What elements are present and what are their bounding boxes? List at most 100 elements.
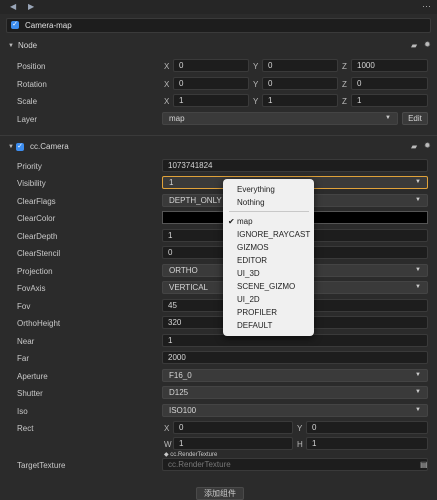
gear-icon[interactable]: ✹	[424, 40, 431, 49]
shutter-select[interactable]: D125 ▼	[162, 386, 428, 399]
fovaxis-value: VERTICAL	[169, 283, 208, 292]
clearflags-value: DEPTH_ONLY	[169, 196, 222, 205]
collapse-caret-icon[interactable]: ▼	[8, 144, 16, 150]
collapse-caret-icon[interactable]: ▼	[8, 43, 16, 49]
chevron-down-icon: ▼	[415, 372, 421, 378]
chevron-down-icon: ▼	[415, 179, 421, 185]
scale-y-input[interactable]: 1	[262, 94, 338, 107]
position-y-input[interactable]: 0	[262, 59, 338, 72]
rect-h-input[interactable]: 1	[306, 437, 428, 450]
chevron-down-icon: ▼	[415, 284, 421, 290]
asset-type-tag: ◆ cc.RenderTexture	[164, 452, 218, 458]
visibility-dropdown-menu: Everything Nothing ✔ map IGNORE_RAYCAST …	[223, 179, 314, 336]
section-title: cc.Camera	[30, 142, 69, 151]
orthoheight-label: OrthoHeight	[17, 319, 61, 328]
near-label: Near	[17, 337, 35, 346]
visibility-value: 1	[169, 178, 174, 187]
iso-value: ISO100	[169, 406, 197, 415]
far-input[interactable]: 2000	[162, 351, 428, 364]
targettexture-asset-field[interactable]: cc.RenderTexture	[162, 458, 428, 471]
targettexture-label: TargetTexture	[17, 461, 66, 470]
layer-label: Layer	[17, 115, 38, 124]
rect-y-input[interactable]: 0	[306, 421, 428, 434]
rect-x-input[interactable]: 0	[173, 421, 293, 434]
back-arrow-icon[interactable]: ◀	[10, 2, 16, 11]
projection-value: ORTHO	[169, 266, 198, 275]
clearcolor-label: ClearColor	[17, 214, 56, 223]
dropdown-item-editor[interactable]: EDITOR	[237, 256, 267, 265]
dropdown-item-nothing[interactable]: Nothing	[237, 198, 265, 207]
axis-z-label: Z	[342, 97, 347, 106]
axis-x-label: X	[164, 97, 170, 106]
camera-enabled-checkbox[interactable]: ✓	[16, 142, 24, 151]
rect-label: Rect	[17, 424, 34, 433]
rotation-label: Rotation	[17, 80, 47, 89]
clearstencil-label: ClearStencil	[17, 249, 61, 258]
clearflags-label: ClearFlags	[17, 197, 56, 206]
shutter-value: D125	[169, 388, 189, 397]
forward-arrow-icon[interactable]: ▶	[28, 2, 34, 11]
section-title: Node	[18, 41, 38, 50]
scale-x-input[interactable]: 1	[173, 94, 249, 107]
camera-section-header[interactable]: ▼ ✓ cc.Camera	[4, 139, 437, 154]
dropdown-item-gizmos[interactable]: GIZMOS	[237, 243, 269, 252]
top-toolbar	[0, 0, 437, 14]
cleardepth-label: ClearDepth	[17, 232, 58, 241]
divider	[0, 135, 437, 136]
rect-w-input[interactable]: 1	[173, 437, 293, 450]
projection-label: Projection	[17, 267, 53, 276]
chevron-down-icon: ▼	[415, 267, 421, 273]
dropdown-item-profiler[interactable]: PROFILER	[237, 308, 277, 317]
dropdown-item-ignore-raycast[interactable]: IGNORE_RAYCAST	[237, 230, 310, 239]
asset-picker-icon[interactable]: ▤	[420, 460, 428, 469]
position-label: Position	[17, 62, 46, 71]
chevron-down-icon: ▼	[415, 197, 421, 203]
axis-y-label: Y	[253, 80, 259, 89]
axis-h-label: H	[297, 440, 303, 449]
scale-z-input[interactable]: 1	[351, 94, 428, 107]
axis-x-label: X	[164, 62, 170, 71]
axis-y-label: Y	[253, 97, 259, 106]
edit-layer-button[interactable]: Edit	[402, 112, 428, 125]
dropdown-item-everything[interactable]: Everything	[237, 185, 275, 194]
chevron-down-icon: ▼	[385, 115, 391, 121]
axis-x-label: X	[164, 80, 170, 89]
iso-select[interactable]: ISO100 ▼	[162, 404, 428, 417]
priority-label: Priority	[17, 162, 42, 171]
add-component-button[interactable]: 添加组件	[196, 487, 244, 500]
scale-label: Scale	[17, 97, 38, 106]
checkmark-icon: ✔	[228, 217, 235, 226]
dropdown-item-ui-2d[interactable]: UI_2D	[237, 295, 260, 304]
rotation-z-input[interactable]: 0	[351, 77, 428, 90]
axis-w-label: W	[164, 440, 172, 449]
visibility-label: Visibility	[17, 179, 46, 188]
node-section-header[interactable]: ▼ Node	[4, 38, 437, 53]
dropdown-item-ui-3d[interactable]: UI_3D	[237, 269, 260, 278]
aperture-select[interactable]: F16_0 ▼	[162, 369, 428, 382]
dropdown-item-default[interactable]: DEFAULT	[237, 321, 272, 330]
layer-select[interactable]: map ▼	[162, 112, 398, 125]
aperture-label: Aperture	[17, 372, 48, 381]
dropdown-divider	[229, 211, 309, 212]
layer-value: map	[169, 114, 185, 123]
dropdown-item-scene-gizmo[interactable]: SCENE_GIZMO	[237, 282, 295, 291]
node-active-checkbox[interactable]: ✓	[11, 21, 19, 29]
node-name-field[interactable]: Camera-map	[25, 21, 72, 30]
rotation-x-input[interactable]: 0	[173, 77, 249, 90]
dropdown-item-map[interactable]: map	[237, 217, 253, 226]
book-icon[interactable]: ▰	[411, 142, 417, 151]
axis-z-label: Z	[342, 62, 347, 71]
position-z-input[interactable]: 1000	[351, 59, 428, 72]
more-menu-icon[interactable]: ⋯	[422, 1, 431, 12]
shutter-label: Shutter	[17, 389, 43, 398]
position-x-input[interactable]: 0	[173, 59, 249, 72]
rotation-y-input[interactable]: 0	[262, 77, 338, 90]
gear-icon[interactable]: ✹	[424, 141, 431, 150]
axis-y-label: Y	[253, 62, 259, 71]
book-icon[interactable]: ▰	[411, 41, 417, 50]
aperture-value: F16_0	[169, 371, 192, 380]
priority-input[interactable]: 1073741824	[162, 159, 428, 172]
fovaxis-label: FovAxis	[17, 284, 46, 293]
axis-z-label: Z	[342, 80, 347, 89]
axis-y-label: Y	[297, 424, 303, 433]
